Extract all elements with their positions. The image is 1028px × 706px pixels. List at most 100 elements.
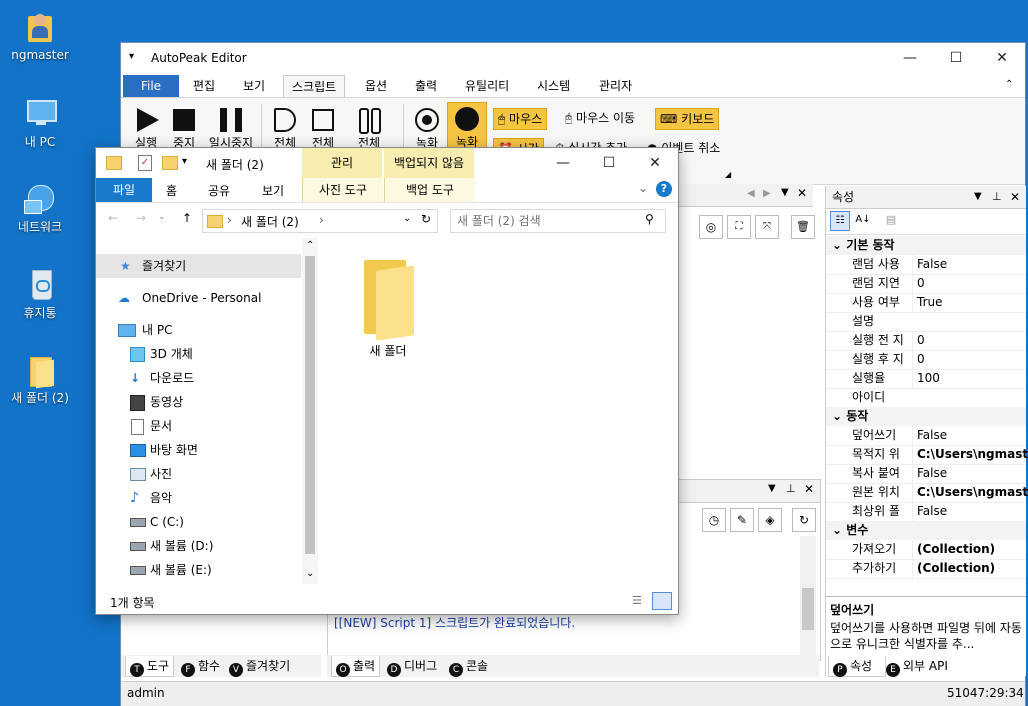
category-basic[interactable]: ⌄ 기본 동작 bbox=[826, 236, 1026, 255]
search-box[interactable]: ⚲ bbox=[450, 209, 666, 233]
new-folder-quick-icon[interactable] bbox=[162, 156, 178, 170]
prop-row[interactable]: 실행 후 지0 bbox=[826, 350, 1026, 370]
expand-icon[interactable]: ⛶ bbox=[727, 215, 751, 239]
scroll-up-icon[interactable]: ⌃ bbox=[306, 240, 314, 251]
desktop-icon-network[interactable]: 네트워크 bbox=[5, 182, 75, 235]
menu-script[interactable]: 스크립트 bbox=[283, 75, 346, 98]
prop-row[interactable]: 덮어쓰기 False bbox=[826, 426, 1026, 446]
prop-row[interactable]: 원본 위치 C:\Users\ngmaste bbox=[826, 483, 1028, 503]
record-button[interactable]: 녹화 bbox=[409, 106, 445, 151]
forward-icon[interactable]: → bbox=[136, 211, 146, 225]
large-icons-view-icon[interactable] bbox=[652, 592, 672, 610]
tab-list-icon[interactable]: ▼ bbox=[781, 187, 789, 198]
shrink-icon[interactable]: ⤧ bbox=[755, 215, 779, 239]
category-action[interactable]: ⌄ 동작 bbox=[826, 407, 1026, 426]
quick-access-dropdown-icon[interactable]: ▾ bbox=[129, 51, 134, 62]
prop-row[interactable]: 설명 bbox=[826, 312, 1026, 332]
desktop-icon-ngmaster[interactable]: ngmaster bbox=[5, 12, 75, 62]
tab-file[interactable]: 파일 bbox=[96, 178, 152, 202]
nav-item-music[interactable]: ♪ 음악 bbox=[96, 486, 301, 510]
sort-az-icon[interactable]: A↓ bbox=[854, 211, 872, 229]
nav-item-drive-d[interactable]: 새 볼륨 (D:) bbox=[96, 534, 301, 558]
refresh-icon[interactable]: ↻ bbox=[421, 212, 431, 226]
desktop-icon-my-pc[interactable]: 내 PC bbox=[5, 97, 75, 150]
folder-item[interactable]: 새 폴더 bbox=[348, 254, 428, 358]
menu-output[interactable]: 출력 bbox=[407, 75, 445, 97]
nav-item-downloads[interactable]: ↓ 다운로드 bbox=[96, 366, 301, 390]
refresh-icon[interactable]: ↻ bbox=[792, 508, 816, 532]
tab-output[interactable]: O 출력 bbox=[331, 656, 381, 677]
tab-share[interactable]: 공유 bbox=[208, 182, 230, 199]
recent-dropdown-icon[interactable]: ⌄ bbox=[158, 212, 166, 222]
nav-item-favorites[interactable]: ★ 즐겨찾기 bbox=[96, 254, 301, 278]
tab-scroll-right-icon[interactable]: ▶ bbox=[763, 188, 771, 199]
prop-row[interactable]: 목적지 위 C:\Users\ngmaste bbox=[826, 445, 1028, 465]
maximize-button[interactable]: ☐ bbox=[933, 43, 979, 73]
stop-button[interactable]: 중지 bbox=[167, 106, 201, 151]
breadcrumb-current[interactable]: 새 폴더 (2) bbox=[241, 213, 299, 230]
back-icon[interactable]: ← bbox=[108, 211, 118, 225]
prop-row[interactable]: 랜덤 사용 False bbox=[826, 255, 1026, 275]
output-scrollbar[interactable] bbox=[800, 536, 816, 656]
timer-icon[interactable]: ◷ bbox=[702, 508, 726, 532]
mouse-move-button[interactable]: 🖰 마우스 이동 bbox=[561, 108, 639, 128]
prop-row[interactable]: 아이디 bbox=[826, 388, 1026, 408]
nav-item-documents[interactable]: 문서 bbox=[96, 414, 301, 438]
tab-debug[interactable]: D 디버그 bbox=[383, 656, 441, 677]
tab-functions[interactable]: F 함수 bbox=[177, 656, 224, 677]
tab-properties[interactable]: P 속성 bbox=[828, 656, 886, 677]
tab-tools[interactable]: T 도구 bbox=[125, 656, 175, 677]
nav-item-desktop[interactable]: 바탕 화면 bbox=[96, 438, 301, 462]
menu-system[interactable]: 시스템 bbox=[529, 75, 578, 97]
tab-backup-tools[interactable]: 백업 도구 bbox=[384, 178, 475, 202]
desktop-icon-new-folder[interactable]: 새 폴더 (2) bbox=[5, 353, 75, 406]
prop-row[interactable]: 사용 여부 True bbox=[826, 293, 1026, 313]
prop-row[interactable]: 최상위 폴 False bbox=[826, 502, 1026, 522]
stop-all-button[interactable]: 전체 bbox=[305, 106, 341, 151]
tab-favorites[interactable]: V 즐겨찾기 bbox=[225, 656, 294, 677]
address-dropdown-icon[interactable]: ⌄ bbox=[403, 213, 411, 224]
prop-row[interactable]: 복사 붙여 False bbox=[826, 464, 1026, 484]
menu-file[interactable]: File bbox=[123, 75, 179, 97]
up-icon[interactable]: ↑ bbox=[182, 211, 192, 225]
tab-picture-tools[interactable]: 사진 도구 bbox=[302, 178, 383, 202]
minimize-button[interactable]: — bbox=[540, 148, 586, 178]
tab-console[interactable]: C 콘솔 bbox=[445, 656, 492, 677]
pause-all-button[interactable]: 전체 bbox=[351, 106, 387, 151]
menu-admin[interactable]: 관리자 bbox=[591, 75, 640, 97]
pin-icon[interactable]: ⊥ bbox=[992, 186, 1002, 208]
nav-item-drive-e[interactable]: 새 볼륨 (E:) bbox=[96, 558, 301, 582]
expand-ribbon-icon[interactable]: ⌄ bbox=[638, 181, 648, 195]
tab-external-api[interactable]: E 외부 API bbox=[884, 656, 956, 677]
tab-scroll-left-icon[interactable]: ◀ bbox=[747, 188, 755, 199]
category-variables[interactable]: ⌄ 변수 bbox=[826, 521, 1026, 540]
close-button[interactable]: ✕ bbox=[632, 148, 678, 178]
nav-scrollbar[interactable]: ⌃ ⌄ bbox=[302, 238, 318, 584]
nav-item-pictures[interactable]: 사진 bbox=[96, 462, 301, 486]
scroll-down-icon[interactable]: ⌄ bbox=[306, 568, 314, 579]
maximize-button[interactable]: ☐ bbox=[586, 148, 632, 178]
menu-options[interactable]: 옵션 bbox=[357, 75, 395, 97]
panel-menu-icon[interactable]: ▼ bbox=[768, 483, 776, 494]
details-view-icon[interactable]: ☰ bbox=[632, 594, 642, 607]
close-panel-icon[interactable]: ✕ bbox=[804, 482, 814, 496]
desktop-icon-recycle-bin[interactable]: 휴지통 bbox=[5, 268, 75, 321]
prop-row[interactable]: 실행율 100 bbox=[826, 369, 1026, 389]
nav-item-drive-c[interactable]: C (C:) bbox=[96, 510, 301, 534]
property-pages-icon[interactable]: ▤ bbox=[882, 211, 900, 229]
keyboard-button[interactable]: ⌨ 키보드 bbox=[655, 108, 720, 130]
nav-item-this-pc[interactable]: 내 PC bbox=[96, 318, 301, 342]
ribbon-expand-icon[interactable]: ◢ bbox=[725, 170, 731, 179]
pin-icon[interactable]: ⊥ bbox=[786, 482, 796, 495]
properties-check-icon[interactable]: ✓ bbox=[138, 155, 152, 171]
panel-menu-icon[interactable]: ▼ bbox=[974, 186, 982, 208]
prop-row[interactable]: 가져오기 (Collection) bbox=[826, 540, 1026, 560]
prop-row[interactable]: 랜덤 지연 0 bbox=[826, 274, 1026, 294]
tab-view[interactable]: 보기 bbox=[262, 182, 284, 199]
minimize-button[interactable]: — bbox=[887, 43, 933, 73]
collapse-ribbon-icon[interactable]: ⌃ bbox=[1005, 79, 1013, 90]
close-panel-icon[interactable]: ✕ bbox=[1010, 186, 1020, 208]
scroll-thumb[interactable] bbox=[305, 256, 315, 554]
categorized-icon[interactable]: ☷ bbox=[830, 211, 850, 231]
nav-item-3d-objects[interactable]: 3D 개체 bbox=[96, 342, 301, 366]
